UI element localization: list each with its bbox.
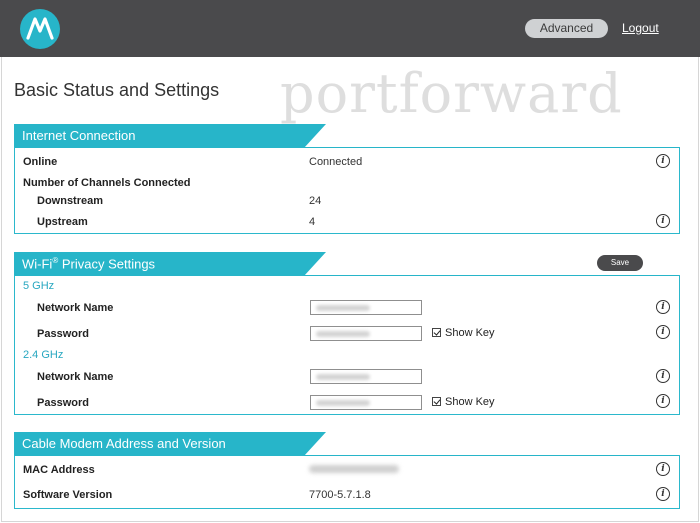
network-name-label: Network Name	[37, 371, 114, 383]
info-icon[interactable]: i	[656, 300, 670, 314]
cable-modem-header: Cable Modem Address and Version	[14, 432, 680, 456]
channels-label: Number of Channels Connected	[23, 177, 191, 189]
page-title: Basic Status and Settings	[14, 80, 220, 100]
band-24ghz-label: 2.4 GHz	[23, 349, 64, 361]
show-key-24ghz-checkbox[interactable]	[432, 397, 441, 406]
logout-link[interactable]: Logout	[622, 21, 659, 35]
section-title: Cable Modem Address and Version	[22, 436, 226, 451]
online-value: Connected	[309, 156, 363, 168]
wifi-privacy-header: Wi-Fi® Privacy Settings	[14, 252, 680, 276]
info-icon[interactable]: i	[656, 325, 670, 339]
password-24ghz-input[interactable]	[310, 395, 422, 410]
show-key-5ghz-checkbox[interactable]	[432, 328, 441, 337]
software-version-label: Software Version	[23, 489, 113, 501]
section-title: Internet Connection	[22, 128, 136, 143]
downstream-label: Downstream	[37, 195, 104, 207]
upstream-value: 4	[309, 216, 316, 228]
network-name-24ghz-input[interactable]	[310, 369, 422, 384]
watermark: portforward	[280, 62, 623, 125]
network-name-5ghz-input[interactable]	[310, 300, 422, 315]
wifi-privacy-section	[14, 275, 680, 415]
motorola-logo-icon[interactable]	[20, 9, 60, 49]
software-version-value: 7700-5.7.1.8	[309, 489, 371, 501]
internet-connection-header: Internet Connection	[14, 124, 680, 148]
info-icon[interactable]: i	[656, 394, 670, 408]
info-icon[interactable]: i	[656, 369, 670, 383]
show-key-label: Show Key	[445, 327, 495, 339]
info-icon[interactable]: i	[656, 214, 670, 228]
password-label: Password	[37, 397, 89, 409]
mac-address-label: MAC Address	[23, 464, 95, 476]
upstream-label: Upstream	[37, 216, 88, 228]
show-key-label: Show Key	[445, 396, 495, 408]
password-5ghz-input[interactable]	[310, 326, 422, 341]
section-title: Wi-Fi® Privacy Settings	[22, 256, 156, 272]
advanced-button[interactable]: Advanced	[525, 19, 608, 38]
downstream-value: 24	[309, 195, 322, 207]
mac-address-value	[309, 465, 399, 473]
password-label: Password	[37, 328, 89, 340]
info-icon[interactable]: i	[656, 487, 670, 501]
info-icon[interactable]: i	[656, 154, 670, 168]
info-icon[interactable]: i	[656, 462, 670, 476]
network-name-label: Network Name	[37, 302, 114, 314]
band-5ghz-label: 5 GHz	[23, 280, 55, 292]
save-button[interactable]: Save	[597, 255, 643, 271]
online-label: Online	[23, 156, 58, 168]
top-bar: Advanced Logout	[0, 0, 700, 57]
